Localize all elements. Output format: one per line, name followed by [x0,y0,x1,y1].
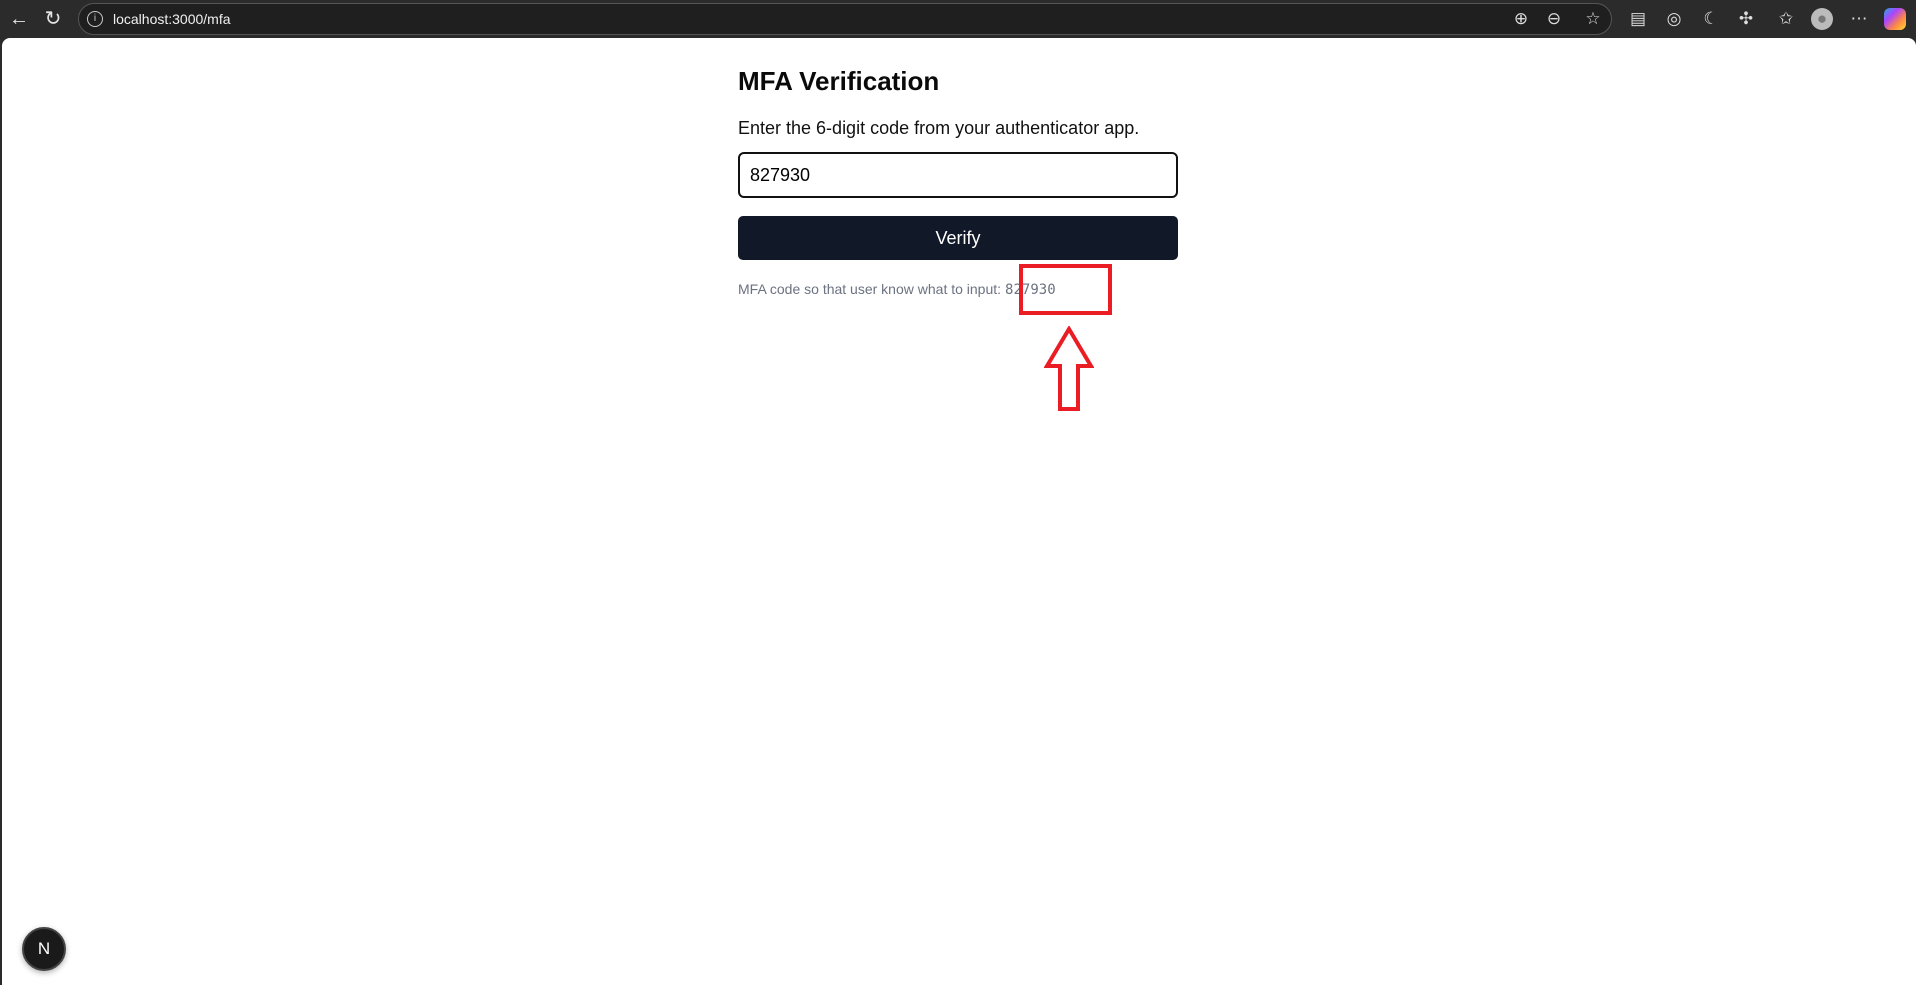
dark-mode-icon[interactable]: ☾ [1700,8,1722,30]
extension-add-icon[interactable]: ▤ [1627,8,1649,30]
zoom-icon[interactable]: ⊕ [1509,9,1533,29]
url-text[interactable]: localhost:3000/mfa [113,11,231,27]
copilot-icon[interactable] [1884,8,1906,30]
mfa-hint: MFA code so that user know what to input… [738,281,1056,298]
menu-icon[interactable]: ⋯ [1848,8,1870,30]
annotation-arrow-up-icon [1044,326,1094,411]
mfa-code-input[interactable] [738,152,1178,198]
reload-icon[interactable]: ↻ [40,6,66,32]
info-icon[interactable]: i [87,11,103,27]
nextjs-dev-badge[interactable]: N [22,927,66,971]
instructions-text: Enter the 6-digit code from your authent… [738,118,1140,138]
profile-avatar-icon[interactable]: ● [1811,8,1833,30]
back-icon[interactable]: ← [6,6,32,32]
favorites-icon[interactable]: ✩ [1775,8,1797,30]
extensions-icon[interactable]: ✣ [1735,8,1757,30]
hint-text: MFA code so that user know what to input… [738,281,1002,297]
more-page-icon[interactable]: ⊖ [1542,9,1566,29]
browser-toolbar: ← ↻ i localhost:3000/mfa ⊕ ⊖ ☆ ▤ ◎ ☾ ✣ ✩… [0,0,1916,38]
address-bar[interactable]: i localhost:3000/mfa ⊕ ⊖ ☆ [78,3,1612,35]
favorite-star-icon[interactable]: ☆ [1581,9,1605,29]
annotation-box [1019,264,1112,315]
verify-button[interactable]: Verify [738,216,1178,260]
page-title: MFA Verification [738,66,940,96]
extension-target-icon[interactable]: ◎ [1663,8,1685,30]
